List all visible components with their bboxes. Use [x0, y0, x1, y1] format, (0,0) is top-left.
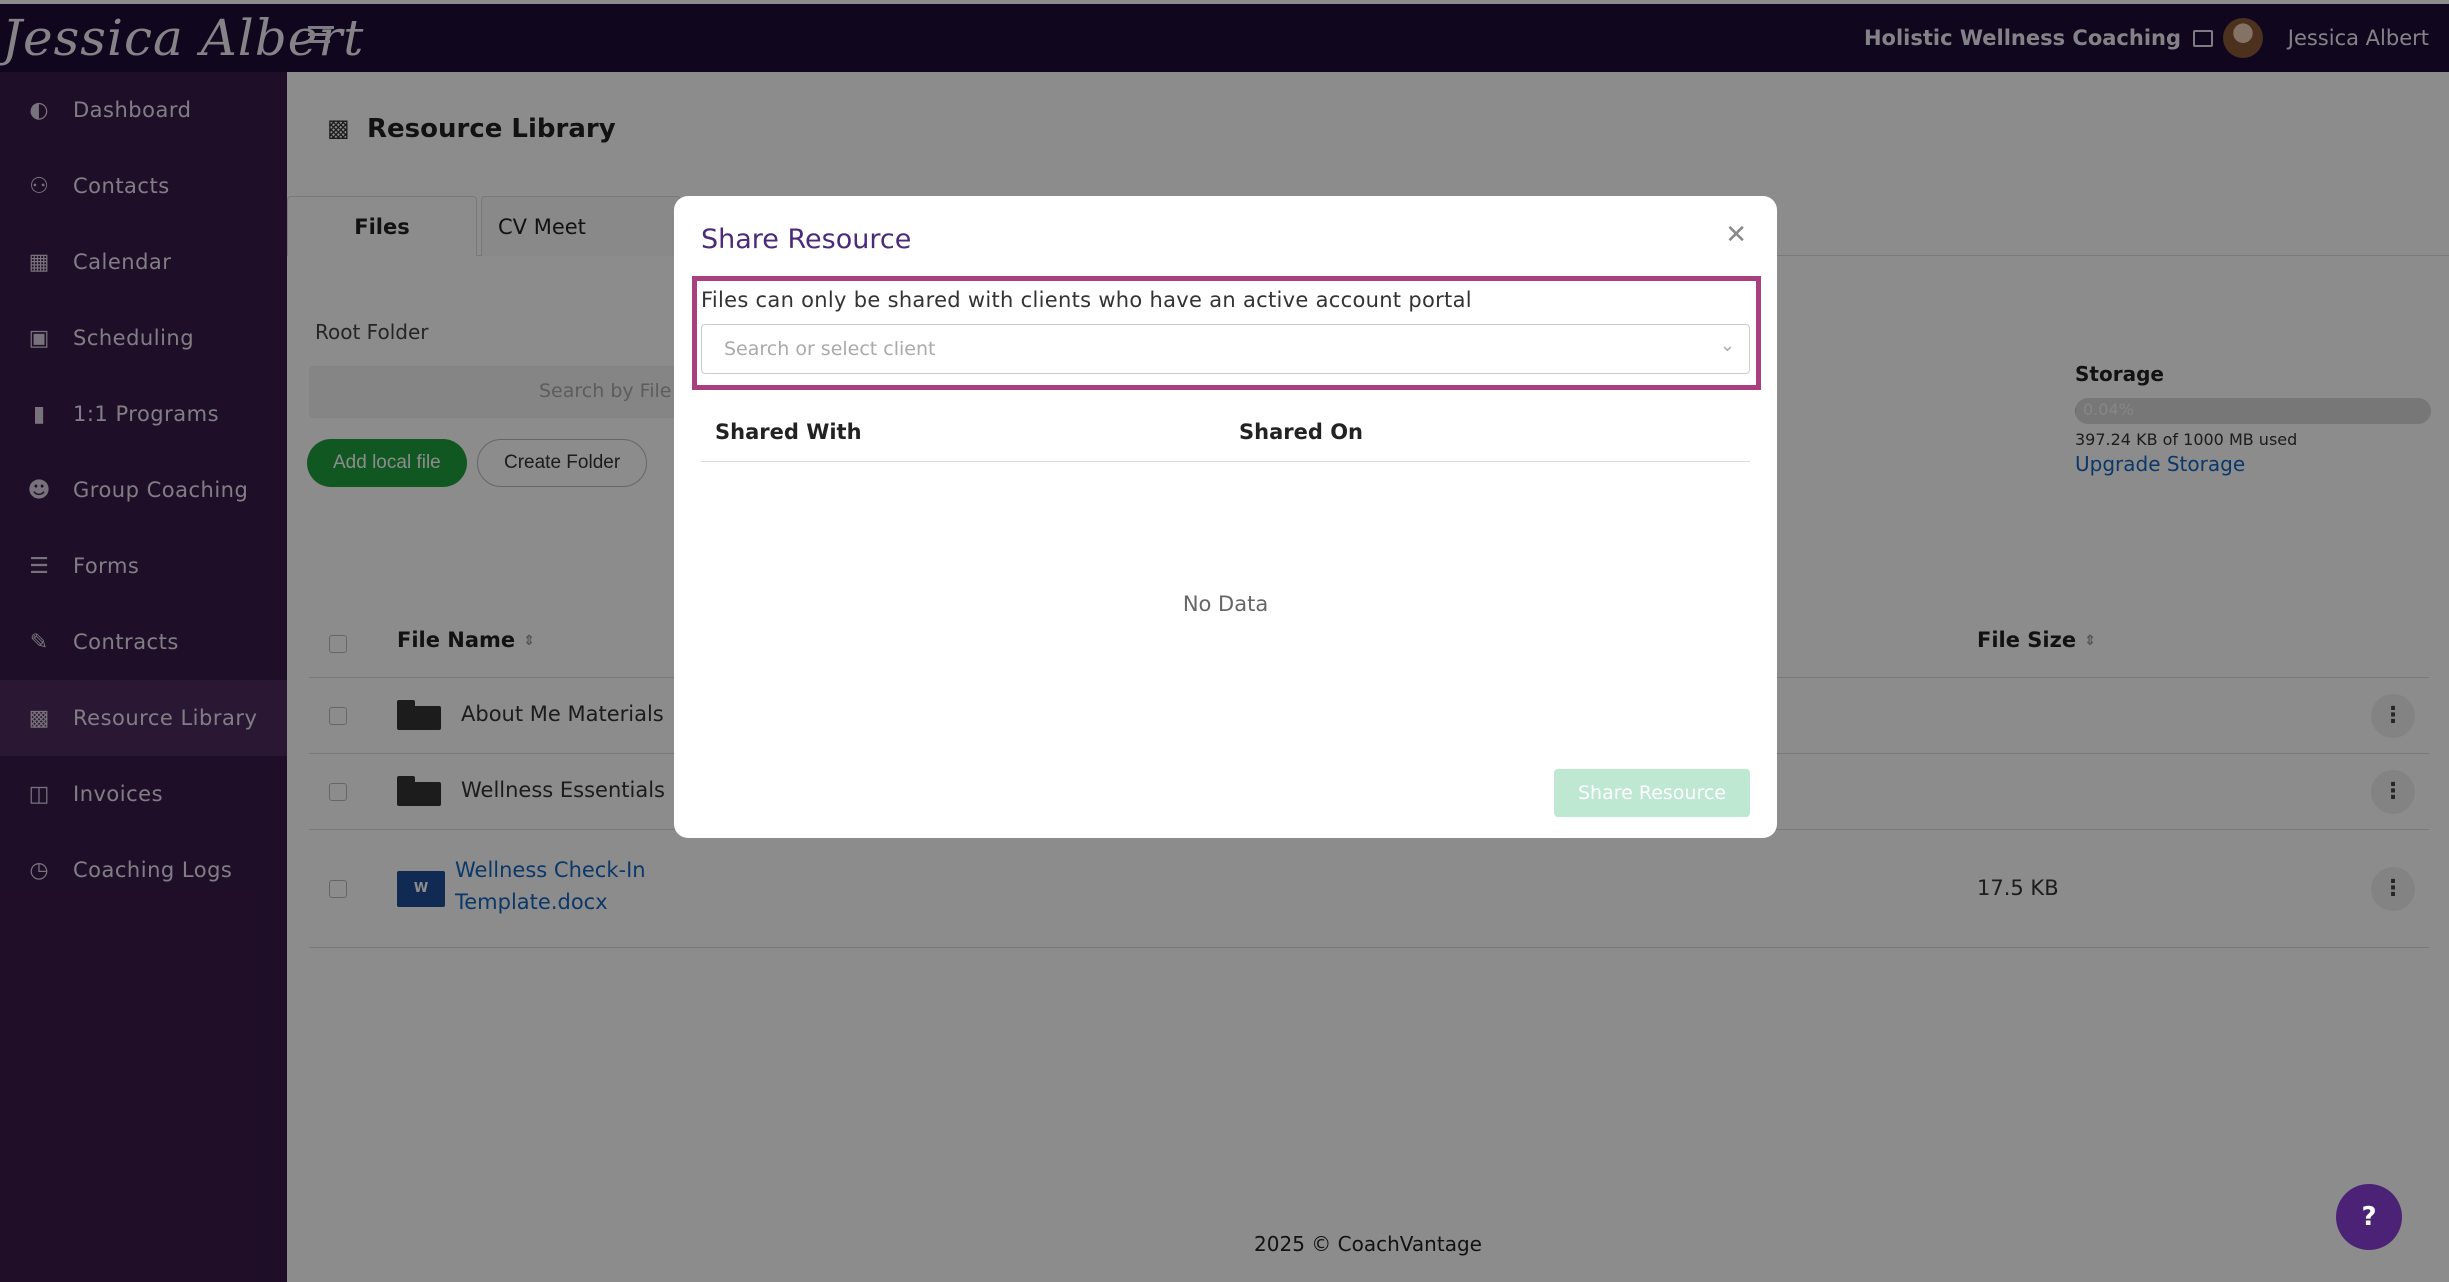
share-resource-dialog: Share Resource ✕ Files can only be share…: [674, 196, 1777, 838]
column-shared-on: Shared On: [1239, 420, 1363, 444]
chevron-down-icon: ⌄: [1719, 335, 1735, 356]
share-notice: Files can only be shared with clients wh…: [701, 288, 1472, 312]
dialog-title: Share Resource: [701, 224, 912, 255]
close-icon[interactable]: ✕: [1725, 222, 1747, 248]
help-button[interactable]: ?: [2336, 1184, 2402, 1250]
client-select-placeholder: Search or select client: [724, 338, 936, 360]
share-resource-button[interactable]: Share Resource: [1554, 769, 1750, 817]
client-select[interactable]: Search or select client ⌄: [701, 324, 1750, 374]
empty-state: No Data: [1182, 592, 1269, 616]
shared-table-header: Shared With Shared On: [701, 410, 1750, 462]
column-shared-with: Shared With: [715, 420, 862, 444]
